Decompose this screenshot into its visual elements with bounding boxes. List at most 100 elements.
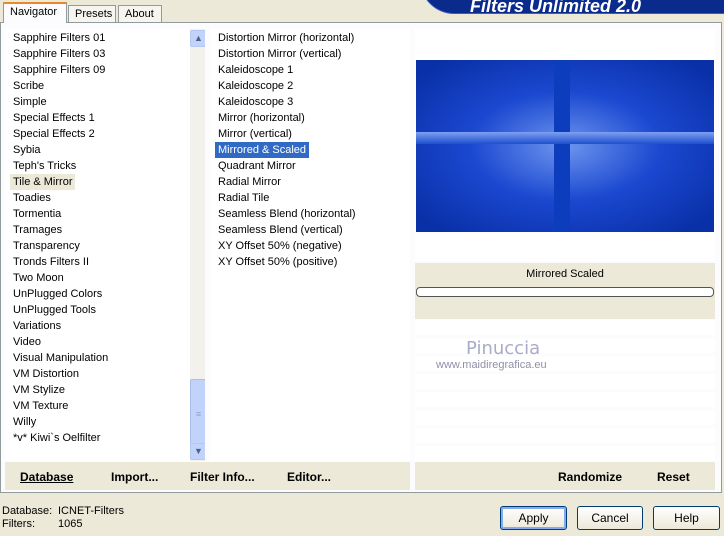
tab-about[interactable]: About xyxy=(118,5,162,23)
scroll-up-icon[interactable]: ▲ xyxy=(190,30,205,47)
filter-name-label: Mirrored Scaled xyxy=(526,268,604,280)
filter-item[interactable]: Kaleidoscope 2 xyxy=(210,78,410,94)
category-scrollbar[interactable]: ▲ ≡ ▼ xyxy=(190,29,205,461)
help-button[interactable]: Help xyxy=(653,506,720,530)
filter-item-label: Seamless Blend (vertical) xyxy=(218,224,343,236)
progress-bar xyxy=(416,287,714,297)
category-item[interactable]: Toadies xyxy=(5,190,205,206)
filter-item-label: Radial Tile xyxy=(218,192,270,204)
category-item-label: Sapphire Filters 01 xyxy=(13,32,106,44)
filter-item[interactable]: Kaleidoscope 1 xyxy=(210,62,410,78)
left-toolbar: Database Import... Filter Info... Editor… xyxy=(5,462,410,490)
category-item[interactable]: Sapphire Filters 01 xyxy=(5,30,205,46)
category-item-label: Tormentia xyxy=(13,208,62,220)
category-item-label: Scribe xyxy=(13,80,45,92)
parameter-slider-slot xyxy=(415,374,715,389)
filter-item[interactable]: Radial Tile xyxy=(210,190,410,206)
category-item-label: Toadies xyxy=(13,192,51,204)
category-item[interactable]: Special Effects 1 xyxy=(5,110,205,126)
category-item[interactable]: Sapphire Filters 09 xyxy=(5,62,205,78)
category-item[interactable]: Visual Manipulation xyxy=(5,350,205,366)
category-item-label: Visual Manipulation xyxy=(13,352,109,364)
category-item[interactable]: Tile & Mirror xyxy=(5,174,205,190)
category-item[interactable]: Sybia xyxy=(5,142,205,158)
category-item[interactable]: Teph's Tricks xyxy=(5,158,205,174)
category-item-label: Sapphire Filters 03 xyxy=(13,48,106,60)
filter-item-label: XY Offset 50% (positive) xyxy=(218,256,338,268)
category-item[interactable]: Video xyxy=(5,334,205,350)
reset-button[interactable]: Reset xyxy=(657,470,690,484)
category-item-label: Willy xyxy=(13,416,37,428)
tab-navigator[interactable]: Navigator xyxy=(3,2,67,23)
editor-button[interactable]: Editor... xyxy=(287,470,331,484)
filter-item[interactable]: XY Offset 50% (positive) xyxy=(210,254,410,270)
filter-list[interactable]: Distortion Mirror (horizontal) Distortion… xyxy=(210,29,410,461)
category-item[interactable]: *v* Kiwi`s Oelfilter xyxy=(5,430,205,446)
category-item[interactable]: Tormentia xyxy=(5,206,205,222)
category-item-label: Sapphire Filters 09 xyxy=(13,64,106,76)
category-item[interactable]: UnPlugged Tools xyxy=(5,302,205,318)
category-item[interactable]: Tronds Filters II xyxy=(5,254,205,270)
category-item[interactable]: Transparency xyxy=(5,238,205,254)
category-item[interactable]: Sapphire Filters 03 xyxy=(5,46,205,62)
filter-item-label: Kaleidoscope 3 xyxy=(218,96,294,108)
parameter-slider-slot xyxy=(415,410,715,425)
cancel-button[interactable]: Cancel xyxy=(577,506,643,530)
filter-item-label: XY Offset 50% (negative) xyxy=(218,240,342,252)
filter-info-button[interactable]: Filter Info... xyxy=(190,470,255,484)
filter-item[interactable]: Distortion Mirror (vertical) xyxy=(210,46,410,62)
category-item[interactable]: Special Effects 2 xyxy=(5,126,205,142)
category-item-label: Transparency xyxy=(13,240,80,252)
filter-item-label: Quadrant Mirror xyxy=(218,160,296,172)
filter-item-label: Mirrored & Scaled xyxy=(215,142,310,158)
filter-item[interactable]: Seamless Blend (vertical) xyxy=(210,222,410,238)
randomize-button[interactable]: Randomize xyxy=(558,470,622,484)
category-item-label: Special Effects 2 xyxy=(13,128,95,140)
filter-item[interactable]: Distortion Mirror (horizontal) xyxy=(210,30,410,46)
filter-item-label: Kaleidoscope 1 xyxy=(218,64,294,76)
parameter-slider-slot xyxy=(415,392,715,407)
category-item[interactable]: VM Distortion xyxy=(5,366,205,382)
category-item[interactable]: Simple xyxy=(5,94,205,110)
filters-count: 1065 xyxy=(58,518,83,530)
category-item[interactable]: VM Texture xyxy=(5,398,205,414)
watermark-name: Pinuccia xyxy=(466,338,541,359)
filter-item[interactable]: Quadrant Mirror xyxy=(210,158,410,174)
category-item-label: VM Distortion xyxy=(13,368,80,380)
category-item[interactable]: Tramages xyxy=(5,222,205,238)
category-item-label: Variations xyxy=(13,320,62,332)
apply-button[interactable]: Apply xyxy=(500,506,567,530)
scroll-thumb[interactable]: ≡ xyxy=(190,379,205,449)
right-toolbar: Randomize Reset xyxy=(415,462,715,490)
parameter-slider-slot xyxy=(415,428,715,443)
category-item[interactable]: Variations xyxy=(5,318,205,334)
filter-item[interactable]: Kaleidoscope 3 xyxy=(210,94,410,110)
filter-item-label: Distortion Mirror (vertical) xyxy=(218,48,342,60)
category-list[interactable]: Sapphire Filters 01 Sapphire Filters 03 Sa… xyxy=(5,29,205,461)
scroll-down-icon[interactable]: ▼ xyxy=(190,443,205,460)
category-item-label: Teph's Tricks xyxy=(13,160,77,172)
category-item-label: Two Moon xyxy=(13,272,64,284)
filter-item[interactable]: Mirror (horizontal) xyxy=(210,110,410,126)
database-button[interactable]: Database xyxy=(20,470,73,484)
preview-info: Mirrored Scaled xyxy=(415,263,715,319)
filter-item[interactable]: Seamless Blend (horizontal) xyxy=(210,206,410,222)
filter-item-label: Radial Mirror xyxy=(218,176,281,188)
filter-item[interactable]: Radial Mirror xyxy=(210,174,410,190)
category-item[interactable]: UnPlugged Colors xyxy=(5,286,205,302)
tab-presets[interactable]: Presets xyxy=(68,5,116,23)
filter-item[interactable]: Mirror (vertical) xyxy=(210,126,410,142)
category-item-label: Video xyxy=(13,336,41,348)
filter-item[interactable]: Mirrored & Scaled xyxy=(210,142,410,158)
parameter-slider-slot xyxy=(415,338,715,353)
category-item[interactable]: Scribe xyxy=(5,78,205,94)
category-item-label: Simple xyxy=(13,96,47,108)
parameter-slider-slot xyxy=(415,446,715,461)
category-item[interactable]: Two Moon xyxy=(5,270,205,286)
category-item-label: UnPlugged Colors xyxy=(13,288,103,300)
category-item[interactable]: Willy xyxy=(5,414,205,430)
parameter-slider-slot xyxy=(415,320,715,335)
category-item[interactable]: VM Stylize xyxy=(5,382,205,398)
filter-item[interactable]: XY Offset 50% (negative) xyxy=(210,238,410,254)
import-button[interactable]: Import... xyxy=(111,470,158,484)
